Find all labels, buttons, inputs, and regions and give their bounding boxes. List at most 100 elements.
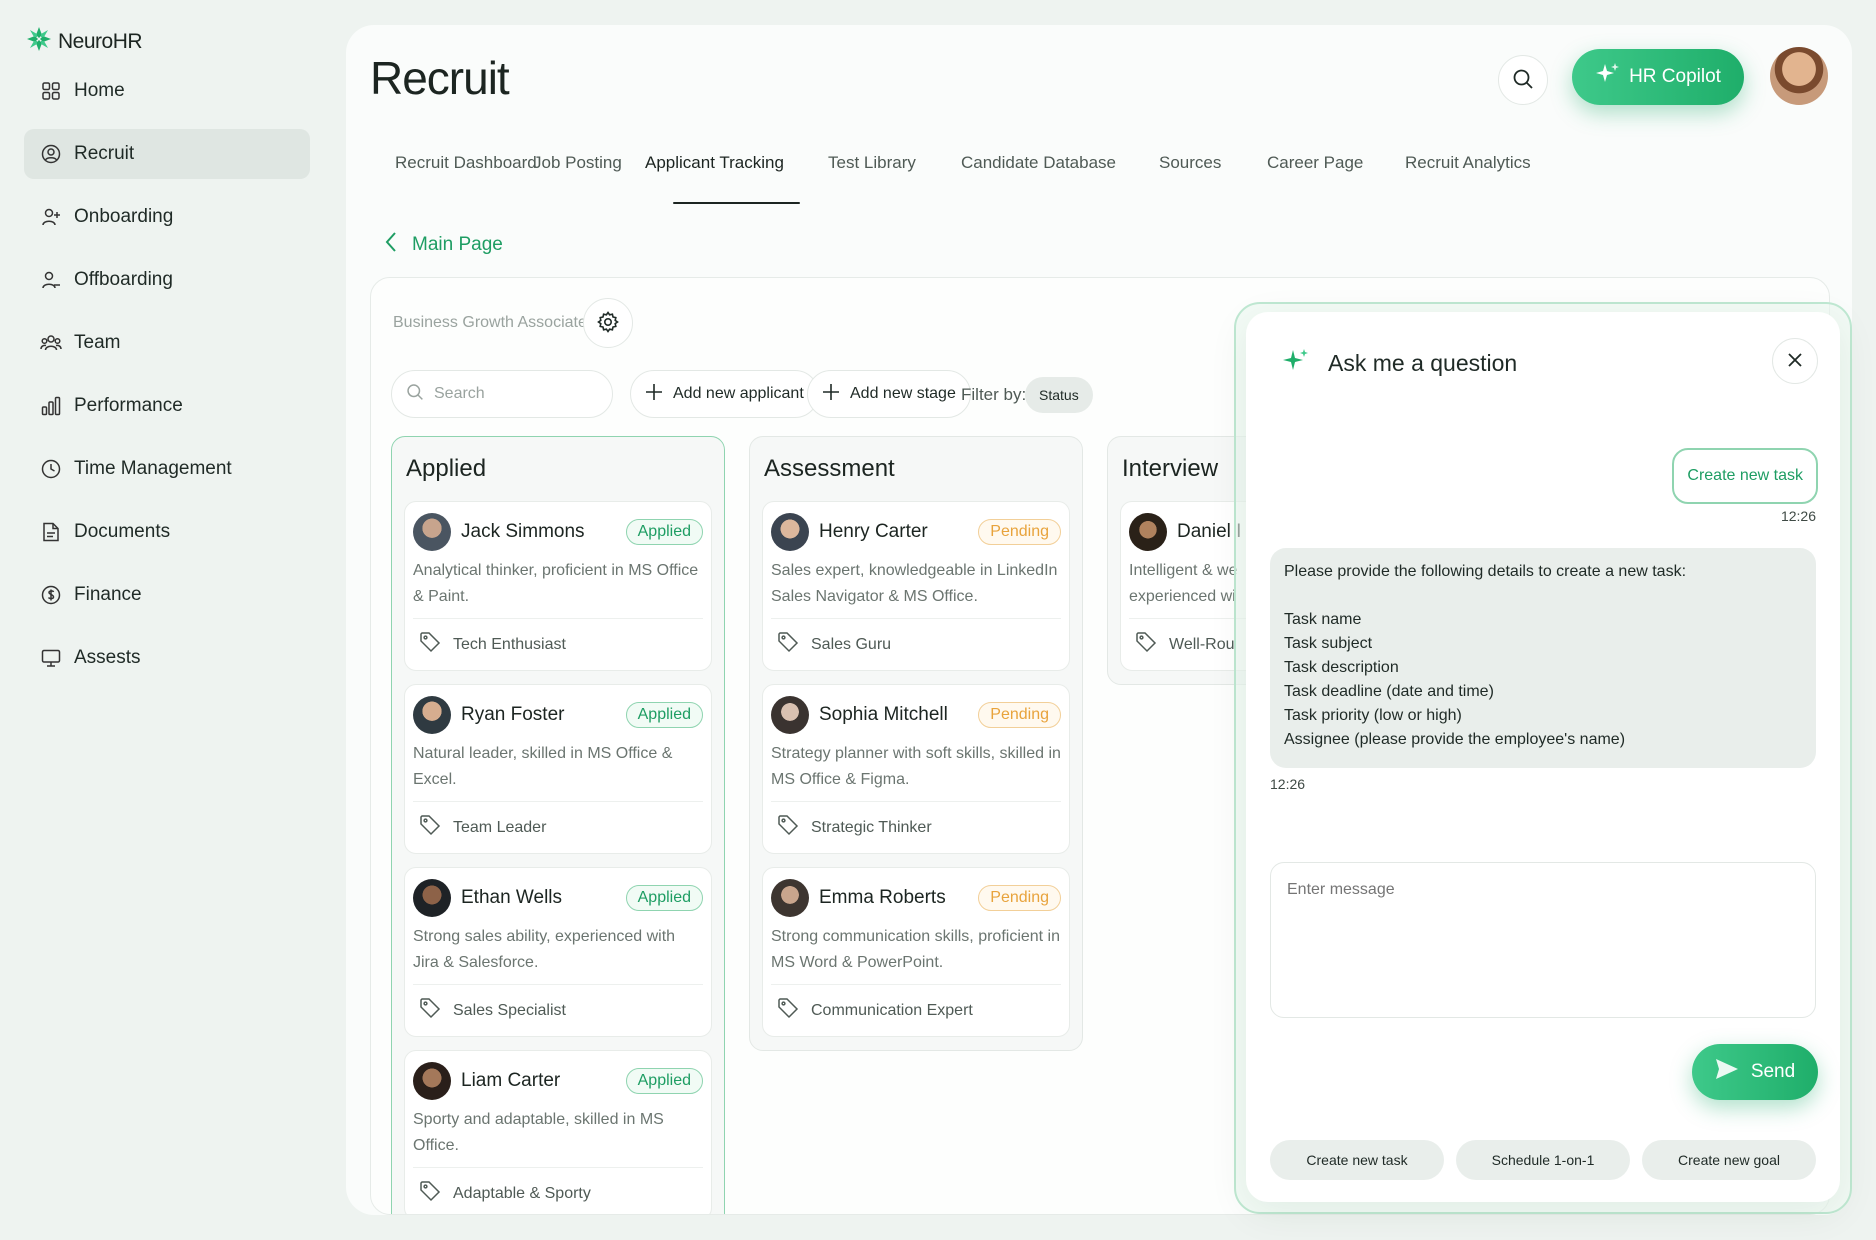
candidate-card[interactable]: Jack Simmons Applied Analytical thinker,… <box>404 501 712 671</box>
plus-icon <box>645 383 663 406</box>
status-badge: Pending <box>978 702 1061 728</box>
user-minus-icon <box>40 269 62 291</box>
page-title: Recruit <box>370 52 510 104</box>
candidate-avatar <box>771 696 809 734</box>
candidate-card[interactable]: Ethan Wells Applied Strong sales ability… <box>404 867 712 1037</box>
chat-header: Ask me a question <box>1282 346 1517 380</box>
stage-column-assessment: Assessment Henry Carter Pending Sales ex… <box>749 436 1083 1051</box>
brand-logo[interactable]: NeuroHR <box>26 26 143 57</box>
candidate-card[interactable]: Emma Roberts Pending Strong communicatio… <box>762 867 1070 1037</box>
sidebar-item-recruit[interactable]: Recruit <box>24 129 310 179</box>
tab-bar: Recruit Dashboard Job Posting Applicant … <box>395 153 1555 204</box>
tab-career-page[interactable]: Career Page <box>1267 153 1405 173</box>
sidebar-item-home[interactable]: Home <box>24 66 310 116</box>
message-input[interactable] <box>1270 862 1816 1018</box>
user-circle-icon <box>40 143 62 165</box>
sidebar-item-documents[interactable]: Documents <box>24 507 310 557</box>
candidate-card[interactable]: Sophia Mitchell Pending Strategy planner… <box>762 684 1070 854</box>
send-button[interactable]: Send <box>1692 1044 1818 1100</box>
add-applicant-button[interactable]: Add new applicant <box>630 370 819 418</box>
candidate-tag: Tech Enthusiast <box>453 635 566 653</box>
sidebar-item-label: Recruit <box>74 143 135 164</box>
filter-status-chip[interactable]: Status <box>1025 377 1093 413</box>
assistant-message-line <box>1284 584 1802 608</box>
quick-action-create-task[interactable]: Create new task <box>1270 1140 1444 1180</box>
back-to-main-link[interactable]: Main Page <box>384 231 503 259</box>
hr-copilot-button[interactable]: HR Copilot <box>1572 49 1744 105</box>
job-title: Business Growth Associate <box>393 314 587 331</box>
tab-sources[interactable]: Sources <box>1159 153 1267 173</box>
assistant-message-line: Task priority (low or high) <box>1284 707 1462 724</box>
assistant-message-line: Task subject <box>1284 635 1373 652</box>
candidate-name: Ethan Wells <box>461 887 563 908</box>
applicant-search-input[interactable]: Search <box>391 370 613 418</box>
tab-candidate-database[interactable]: Candidate Database <box>961 153 1159 173</box>
tag-icon <box>777 631 799 658</box>
dollar-icon <box>40 584 62 606</box>
user-message-bubble: Create new task <box>1672 448 1818 504</box>
board-settings-button[interactable] <box>583 298 633 348</box>
status-badge: Pending <box>978 885 1061 911</box>
sidebar-item-label: Time Management <box>74 458 232 479</box>
tab-recruit-analytics[interactable]: Recruit Analytics <box>1405 153 1555 173</box>
users-icon <box>40 332 62 354</box>
tab-job-posting[interactable]: Job Posting <box>533 153 645 173</box>
sidebar-item-label: Team <box>74 332 121 353</box>
sidebar-item-time-management[interactable]: Time Management <box>24 444 310 494</box>
tab-recruit-dashboard[interactable]: Recruit Dashboard <box>395 153 537 173</box>
chat-title: Ask me a question <box>1328 349 1518 376</box>
quick-actions: Create new task Schedule 1-on-1 Create n… <box>1270 1140 1816 1180</box>
sidebar-item-label: Documents <box>74 521 171 542</box>
sidebar-item-assets[interactable]: Assests <box>24 633 310 683</box>
candidate-description: Analytical thinker, proficient in MS Off… <box>413 562 699 605</box>
add-stage-button[interactable]: Add new stage <box>807 370 971 418</box>
candidate-avatar <box>413 513 451 551</box>
send-icon <box>1715 1058 1739 1086</box>
assistant-message-bubble: Please provide the following details to … <box>1270 548 1816 768</box>
sidebar-item-offboarding[interactable]: Offboarding <box>24 255 310 305</box>
tab-test-library[interactable]: Test Library <box>828 153 961 173</box>
quick-action-schedule-1on1[interactable]: Schedule 1-on-1 <box>1456 1140 1630 1180</box>
assistant-message-line: Task name <box>1284 611 1362 628</box>
candidate-card[interactable]: Ryan Foster Applied Natural leader, skil… <box>404 684 712 854</box>
tab-applicant-tracking[interactable]: Applicant Tracking <box>645 153 828 204</box>
assistant-message-line: Assignee (please provide the employee's … <box>1284 731 1626 748</box>
column-title: Assessment <box>764 455 895 482</box>
candidate-name: Liam Carter <box>461 1070 561 1091</box>
sidebar-item-label: Performance <box>74 395 183 416</box>
status-badge: Applied <box>625 519 703 545</box>
candidate-description: Intelligent & we experienced wi Office. <box>1129 562 1238 605</box>
sidebar-item-finance[interactable]: Finance <box>24 570 310 620</box>
sidebar-item-label: Onboarding <box>74 206 174 227</box>
candidate-card[interactable]: Liam Carter Applied Sporty and adaptable… <box>404 1050 712 1214</box>
sidebar-item-onboarding[interactable]: Onboarding <box>24 192 310 242</box>
chat-close-button[interactable] <box>1772 338 1818 384</box>
send-label: Send <box>1750 1061 1796 1082</box>
chevron-left-icon <box>384 231 398 259</box>
search-icon <box>406 383 424 406</box>
tag-icon <box>419 631 441 658</box>
monitor-icon <box>40 647 62 669</box>
quick-action-create-goal[interactable]: Create new goal <box>1642 1140 1816 1180</box>
user-plus-icon <box>40 206 62 228</box>
close-icon <box>1788 352 1802 370</box>
candidate-tag: Well-Rou <box>1169 635 1235 653</box>
filter-label: Filter by: <box>961 385 1027 404</box>
sidebar-item-label: Assests <box>74 647 141 668</box>
document-icon <box>40 521 62 543</box>
column-title: Applied <box>406 455 487 482</box>
candidate-card[interactable]: Henry Carter Pending Sales expert, knowl… <box>762 501 1070 671</box>
candidate-description: Strong communication skills, proficient … <box>771 928 1061 971</box>
tag-icon <box>419 997 441 1024</box>
clock-icon <box>40 458 62 480</box>
status-badge: Applied <box>625 702 703 728</box>
sidebar-item-team[interactable]: Team <box>24 318 310 368</box>
sidebar-item-performance[interactable]: Performance <box>24 381 310 431</box>
add-applicant-label: Add new applicant <box>673 385 804 402</box>
user-avatar[interactable] <box>1770 47 1828 105</box>
header-search-button[interactable] <box>1498 55 1548 105</box>
candidate-tag: Adaptable & Sporty <box>453 1184 591 1202</box>
assistant-message-time: 12:26 <box>1270 776 1306 792</box>
candidate-name: Sophia Mitchell <box>819 704 948 725</box>
plus-icon <box>822 383 840 406</box>
